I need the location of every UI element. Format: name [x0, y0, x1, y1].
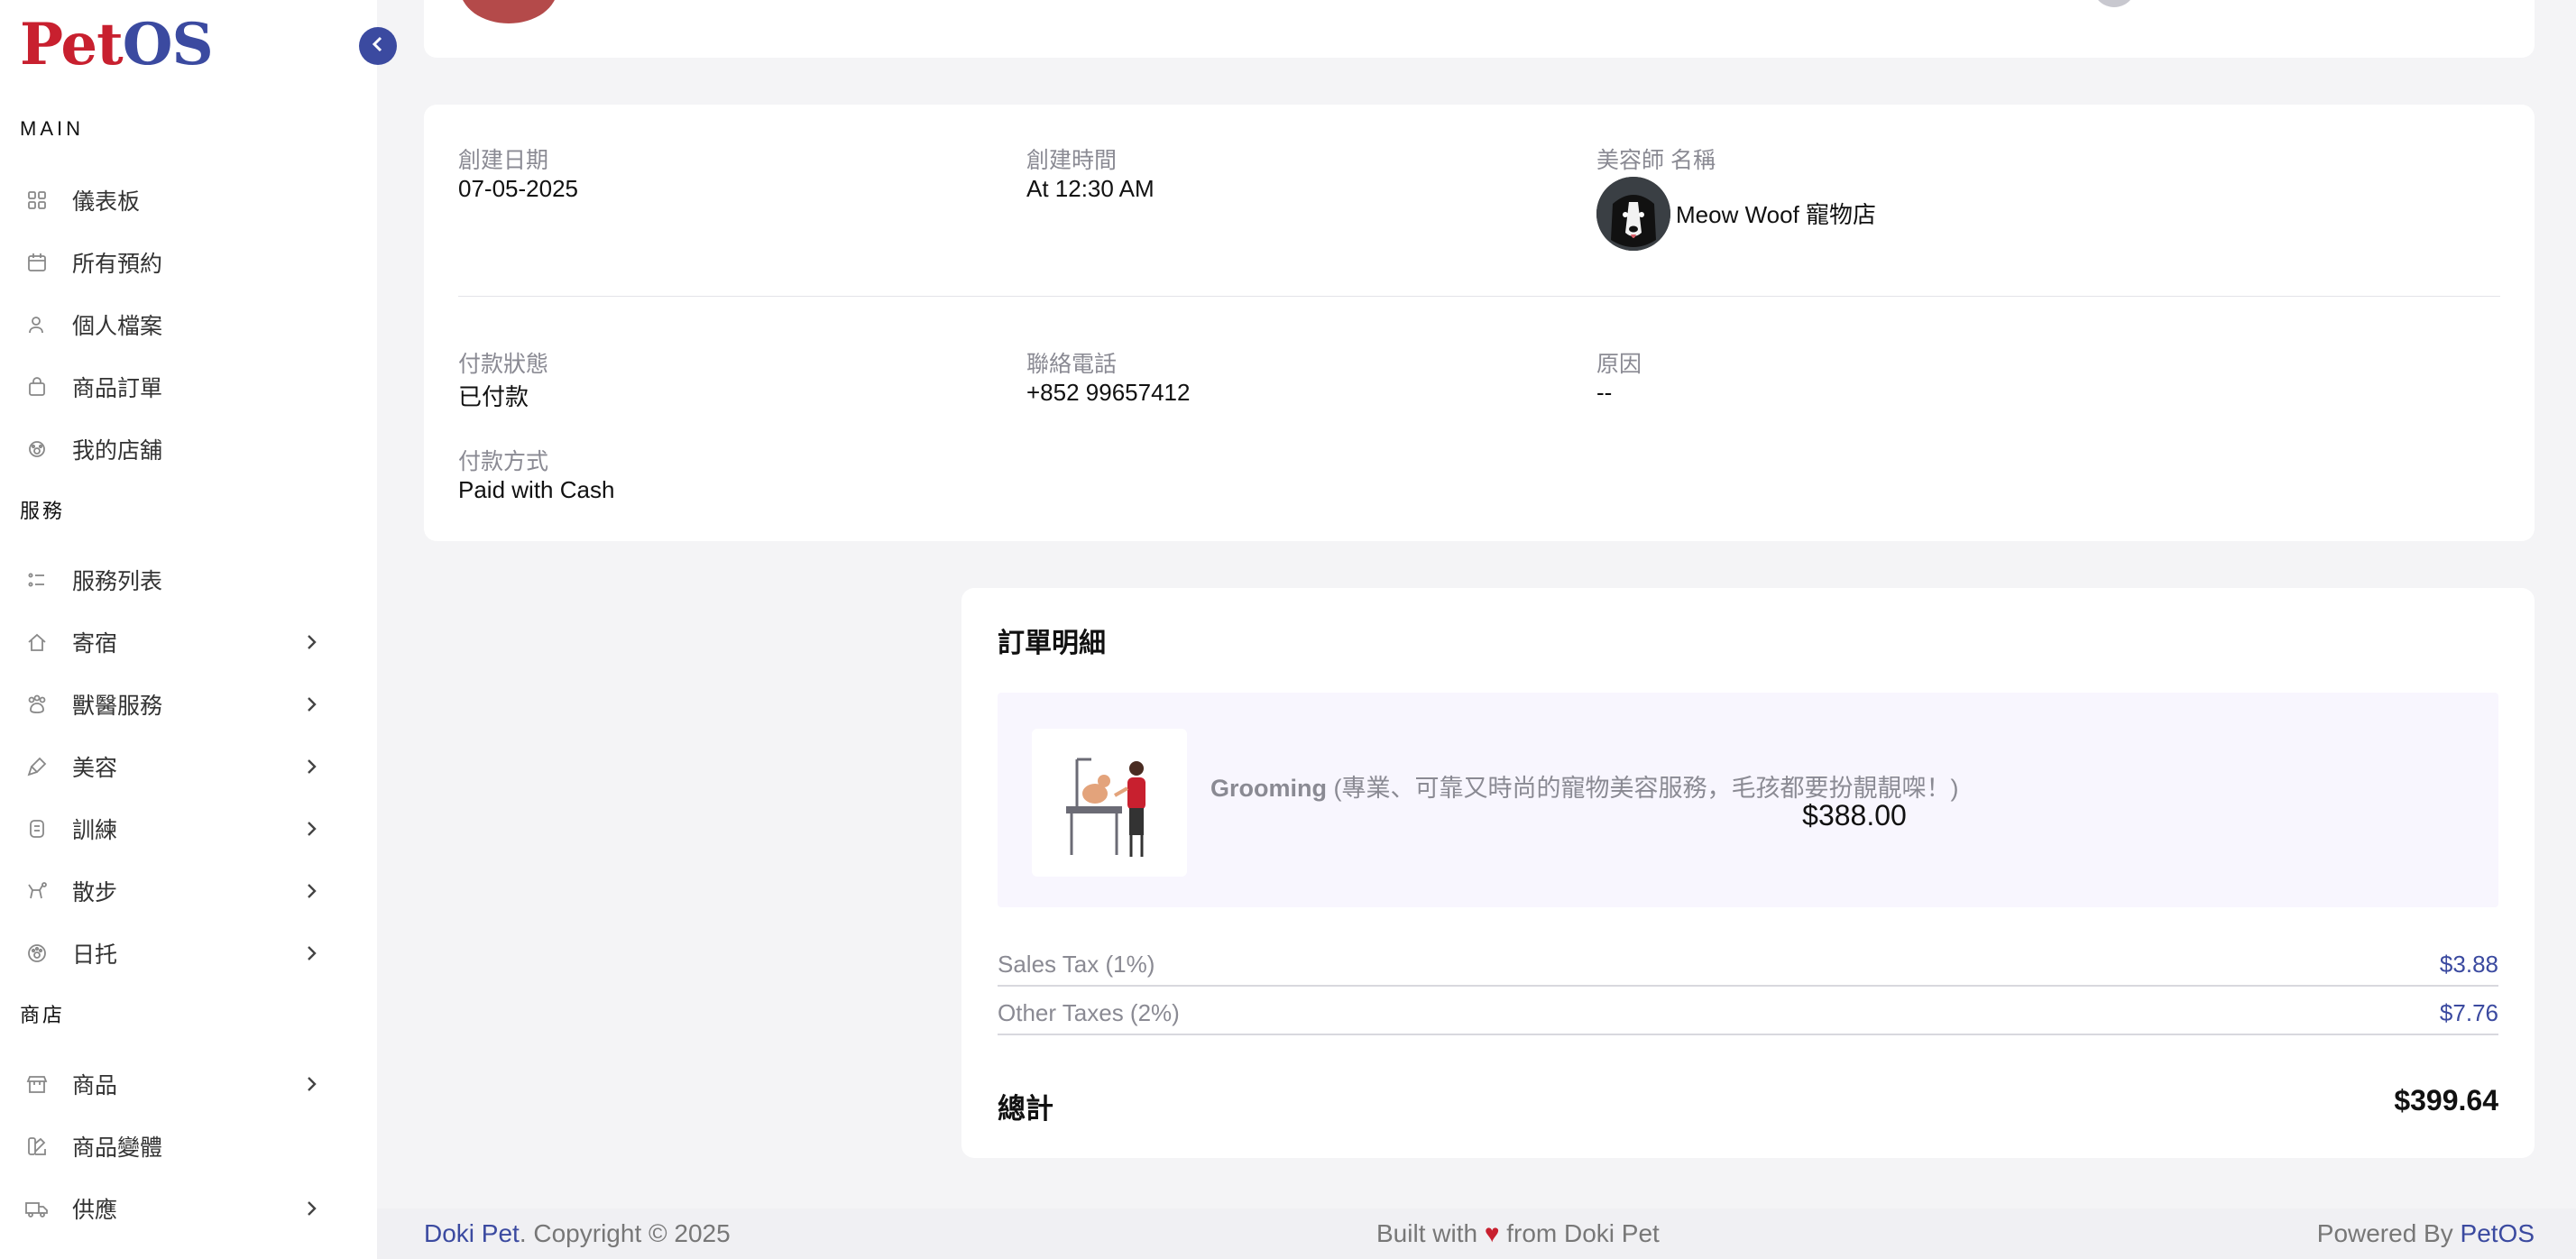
groomer-avatar — [1596, 177, 1670, 251]
total-label: 總計 — [998, 1093, 1053, 1125]
booking-info-card: 創建日期 07-05-2025 創建時間 At 12:30 AM 美容師 名稱 … — [424, 105, 2535, 541]
total-value: $399.64 — [2394, 1084, 2498, 1117]
chevron-right-icon — [303, 883, 319, 899]
calendar-icon — [25, 251, 49, 274]
sidebar-item-label: 個人檔案 — [72, 314, 163, 339]
sidebar-item-label: 寄宿 — [72, 631, 118, 657]
chevron-right-icon — [303, 821, 319, 837]
payment-method-label: 付款方式 — [458, 449, 549, 474]
created-date-value: 07-05-2025 — [458, 175, 578, 202]
sidebar-item-my-shop[interactable]: 我的店舖 — [0, 424, 377, 474]
chevron-left-icon — [372, 35, 384, 58]
sidebar-item-label: 我的店舖 — [72, 438, 163, 464]
avatar — [2093, 0, 2136, 7]
booking-header-card — [424, 0, 2535, 58]
vet-icon — [25, 693, 49, 716]
sidebar-item-service-list[interactable]: 服務列表 — [0, 555, 377, 605]
phone-value: +852 99657412 — [1026, 379, 1191, 406]
medal-icon — [25, 817, 49, 841]
service-price: $388.00 — [1802, 799, 1907, 832]
tax-label: Sales Tax (1%) — [998, 951, 1155, 978]
chevron-right-icon — [303, 1200, 319, 1217]
sidebar-item-label: 商品訂單 — [72, 376, 163, 401]
heart-icon: ♥ — [1484, 1219, 1500, 1247]
sidebar-item-label: 散步 — [72, 880, 118, 905]
footer-brand-link[interactable]: Doki Pet — [424, 1219, 520, 1247]
sidebar-item-label: 供應 — [72, 1198, 118, 1223]
paw-icon — [25, 437, 49, 461]
reason-value: -- — [1596, 379, 1613, 406]
sidebar-item-label: 商品 — [72, 1073, 118, 1098]
sidebar-item-label: 所有預約 — [72, 252, 163, 277]
sidebar-item-label: 美容 — [72, 756, 118, 781]
chevron-right-icon — [303, 758, 319, 775]
grid-icon — [25, 188, 49, 212]
reason-label: 原因 — [1596, 352, 1642, 377]
sidebar-item-grooming[interactable]: 美容 — [0, 741, 377, 792]
section-label-services: 服務 — [20, 500, 66, 522]
store-icon — [25, 1072, 49, 1096]
sidebar-item-label: 訓練 — [72, 818, 118, 843]
list-icon — [25, 568, 49, 592]
order-title: 訂單明細 — [998, 629, 1106, 658]
payment-status-label: 付款狀態 — [458, 352, 549, 377]
sidebar-item-training[interactable]: 訓練 — [0, 804, 377, 854]
sidebar-item-profile[interactable]: 個人檔案 — [0, 299, 377, 350]
home-icon — [25, 630, 49, 654]
truck-icon — [25, 1197, 49, 1220]
pet-avatar — [460, 0, 557, 23]
sidebar: PetOS MAIN 儀表板 所有預約 個人檔案 商品訂單 我的店舖 服務 服務… — [0, 0, 377, 1259]
sidebar-item-label: 服務列表 — [72, 569, 163, 594]
tax-label: Other Taxes (2%) — [998, 999, 1180, 1026]
sidebar-item-label: 獸醫服務 — [72, 694, 163, 719]
footer-powered-by: Powered By PetOS — [2316, 1219, 2535, 1247]
payment-status-value: 已付款 — [458, 383, 529, 410]
sidebar-item-daycare[interactable]: 日托 — [0, 928, 377, 979]
bag-icon — [25, 375, 49, 399]
created-date-label: 創建日期 — [458, 148, 549, 173]
tax-value: $3.88 — [2439, 951, 2498, 978]
walk-icon — [25, 879, 49, 903]
payment-method-value: Paid with Cash — [458, 476, 615, 503]
chevron-right-icon — [303, 634, 319, 650]
sidebar-item-products[interactable]: 商品 — [0, 1059, 377, 1109]
brush-icon — [25, 755, 49, 778]
chevron-right-icon — [303, 696, 319, 712]
sidebar-item-label: 商品變體 — [72, 1135, 163, 1161]
sidebar-collapse-button[interactable] — [359, 27, 397, 65]
divider — [458, 296, 2500, 297]
app-logo[interactable]: PetOS — [20, 16, 214, 74]
sidebar-item-dashboard[interactable]: 儀表板 — [0, 175, 377, 225]
footer: Doki Pet. Copyright © 2025 Built with ♥ … — [377, 1208, 2576, 1259]
user-icon — [25, 313, 49, 336]
sidebar-item-vet-services[interactable]: 獸醫服務 — [0, 679, 377, 730]
section-label-main: MAIN — [20, 117, 84, 140]
sidebar-item-bookings[interactable]: 所有預約 — [0, 237, 377, 288]
sidebar-item-product-variants[interactable]: 商品變體 — [0, 1121, 377, 1172]
gear-paw-icon — [25, 942, 49, 965]
variant-icon — [25, 1135, 49, 1158]
tax-row: Other Taxes (2%) $7.76 — [998, 987, 2498, 1035]
sidebar-item-label: 日托 — [72, 942, 118, 968]
sidebar-item-product-orders[interactable]: 商品訂單 — [0, 362, 377, 412]
order-details-card: 訂單明細 Grooming (專業、可靠又時尚的寵物美容服務，毛孩都要扮靚靚㗎！… — [961, 588, 2535, 1158]
footer-petos-link[interactable]: PetOS — [2461, 1219, 2535, 1247]
sidebar-item-walking[interactable]: 散步 — [0, 866, 377, 916]
footer-built-with: Built with ♥ from Doki Pet — [1376, 1219, 1660, 1247]
sidebar-item-supply[interactable]: 供應 — [0, 1183, 377, 1234]
groomer-label: 美容師 名稱 — [1596, 148, 1716, 173]
footer-copyright: Doki Pet. Copyright © 2025 — [424, 1219, 731, 1247]
chevron-right-icon — [303, 945, 319, 961]
sidebar-item-boarding[interactable]: 寄宿 — [0, 617, 377, 667]
phone-label: 聯絡電話 — [1026, 352, 1118, 377]
groomer-name[interactable]: Meow Woof 寵物店 — [1676, 197, 1876, 230]
created-time-label: 創建時間 — [1026, 148, 1118, 173]
created-time-value: At 12:30 AM — [1026, 175, 1155, 202]
tax-row: Sales Tax (1%) $3.88 — [998, 938, 2498, 987]
sidebar-item-label: 儀表板 — [72, 189, 141, 215]
section-label-shop: 商店 — [20, 1004, 66, 1026]
chevron-right-icon — [303, 1076, 319, 1092]
order-item: Grooming (專業、可靠又時尚的寵物美容服務，毛孩都要扮靚靚㗎！) $38… — [998, 693, 2498, 907]
tax-value: $7.76 — [2439, 999, 2498, 1026]
